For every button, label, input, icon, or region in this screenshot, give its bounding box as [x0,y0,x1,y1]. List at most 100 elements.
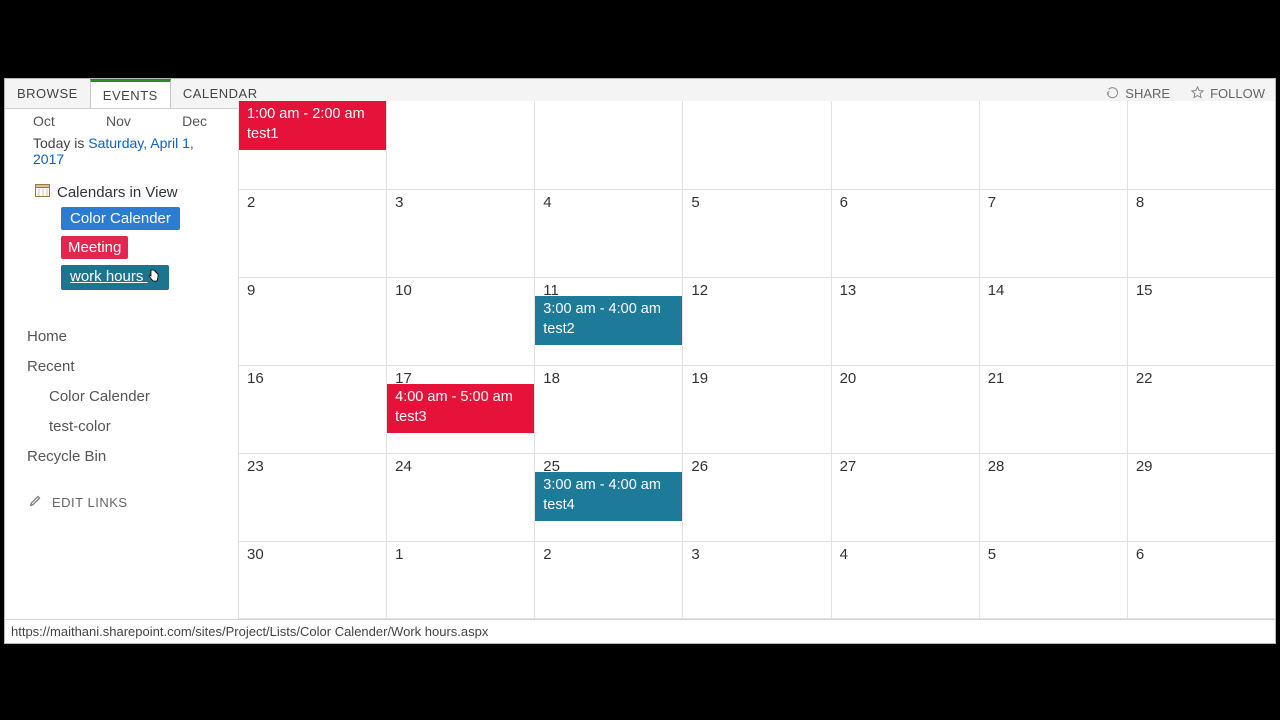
month-oct[interactable]: Oct [33,113,55,129]
nav-home[interactable]: Home [27,322,215,352]
calendar-cell[interactable]: 24 [386,454,534,542]
calendar-cell[interactable]: 28 [979,454,1127,542]
calendar-cell[interactable]: 7 [979,190,1127,278]
calendar-cell[interactable]: 10 [386,278,534,366]
calendar-cell[interactable]: 16 [238,366,386,454]
day-number: 30 [247,546,264,563]
calendar-cell[interactable]: 5 [682,190,830,278]
day-number: 4 [840,546,848,563]
calendar-cell[interactable]: 27 [831,454,979,542]
event-title: test3 [395,408,526,428]
calendar-cell[interactable]: 23 [238,454,386,542]
follow-label: FOLLOW [1210,86,1265,101]
edit-links-button[interactable]: EDIT LINKS [29,494,215,510]
calendar-cell[interactable]: 8 [1127,190,1275,278]
calendar-cell[interactable]: 3 [386,190,534,278]
calendar-event[interactable]: 1:00 am - 2:00 amtest1 [239,101,386,150]
calendar-cell[interactable]: 20 [831,366,979,454]
calendar-cell[interactable]: 30 [238,542,386,619]
day-number: 2 [247,194,255,211]
edit-links-label: EDIT LINKS [52,495,128,510]
calendar-cell[interactable]: 18 [534,366,682,454]
nav-recent-test-color[interactable]: test-color [49,412,215,442]
quick-launch: Home Recent Color Calender test-color Re… [27,322,215,472]
chip-color-calender[interactable]: Color Calender [61,207,180,230]
calendar-cell[interactable]: 9 [238,278,386,366]
day-number: 5 [988,546,996,563]
day-number: 23 [247,458,264,475]
day-number: 14 [988,282,1005,299]
day-number: 21 [988,370,1005,387]
nav-recycle-bin[interactable]: Recycle Bin [27,442,215,472]
day-number: 20 [840,370,857,387]
month-nov[interactable]: Nov [106,113,131,129]
calendar-cell[interactable]: 2 [238,190,386,278]
chip-meeting[interactable]: Meeting [61,236,128,259]
hand-cursor-icon [148,269,160,287]
tab-browse[interactable]: BROWSE [5,79,91,108]
mini-calendar-months: Oct Nov Dec [25,109,215,131]
calendar-cell[interactable]: 12 [682,278,830,366]
calendar-cell[interactable]: 174:00 am - 5:00 amtest3 [386,366,534,454]
calendar-cell[interactable]: 253:00 am - 4:00 amtest4 [534,454,682,542]
tab-events[interactable]: EVENTS [90,79,171,108]
calendar-cell[interactable]: 1:00 am - 2:00 amtest1 [238,101,386,190]
day-number: 16 [247,370,264,387]
day-number: 6 [1136,546,1144,563]
event-time: 3:00 am - 4:00 am [543,300,674,320]
day-number: 28 [988,458,1005,475]
day-number: 13 [840,282,857,299]
calendar-event[interactable]: 4:00 am - 5:00 amtest3 [387,384,534,433]
calendar-cell[interactable]: 6 [1127,542,1275,619]
nav-recent[interactable]: Recent [27,352,215,382]
day-number: 27 [840,458,857,475]
calendar-cell[interactable] [1127,101,1275,190]
calendar-cell[interactable] [682,101,830,190]
calendar-event[interactable]: 3:00 am - 4:00 amtest2 [535,296,682,345]
calendar-cell[interactable] [534,101,682,190]
calendar-cell[interactable]: 22 [1127,366,1275,454]
calendar-cell[interactable]: 2 [534,542,682,619]
calendar-cell[interactable] [979,101,1127,190]
calendar-cell[interactable]: 26 [682,454,830,542]
day-number: 3 [691,546,699,563]
calendar-event[interactable]: 3:00 am - 4:00 amtest4 [535,472,682,521]
today-line: Today is Saturday, April 1, 2017 [25,131,215,177]
calendar-icon [35,183,50,201]
calendar-cell[interactable]: 4 [831,542,979,619]
pencil-icon [29,494,42,510]
calendar-cell[interactable] [386,101,534,190]
event-title: test2 [543,320,674,340]
day-number: 2 [543,546,551,563]
month-dec[interactable]: Dec [182,113,207,129]
day-number: 4 [543,194,551,211]
calendar-cell[interactable]: 113:00 am - 4:00 amtest2 [534,278,682,366]
calendar-cell[interactable]: 5 [979,542,1127,619]
chip-work-hours[interactable]: work hours [61,265,169,290]
day-number: 24 [395,458,412,475]
calendar-cell[interactable]: 29 [1127,454,1275,542]
day-number: 1 [395,546,403,563]
share-label: SHARE [1125,86,1170,101]
calendars-in-view-header[interactable]: Calendars in View [35,183,215,201]
event-title: test1 [247,125,378,145]
calendar-cell[interactable]: 19 [682,366,830,454]
calendar-grid: 1:00 am - 2:00 amtest12345678910113:00 a… [238,101,1275,619]
calendar-cell[interactable]: 3 [682,542,830,619]
nav-recent-color-calender[interactable]: Color Calender [49,382,215,412]
day-number: 9 [247,282,255,299]
today-prefix: Today is [33,135,88,151]
day-number: 18 [543,370,560,387]
day-number: 10 [395,282,412,299]
app-frame: BROWSE EVENTS CALENDAR SHARE FOLLOW Oct … [4,78,1276,644]
calendar-cell[interactable]: 6 [831,190,979,278]
calendar-cell[interactable]: 1 [386,542,534,619]
calendar-cell[interactable]: 13 [831,278,979,366]
calendar-cell[interactable]: 15 [1127,278,1275,366]
calendar-cell[interactable]: 4 [534,190,682,278]
calendar-cell[interactable]: 14 [979,278,1127,366]
calendar-cell[interactable]: 21 [979,366,1127,454]
calendar-cell[interactable] [831,101,979,190]
day-number: 5 [691,194,699,211]
star-icon [1190,85,1205,103]
